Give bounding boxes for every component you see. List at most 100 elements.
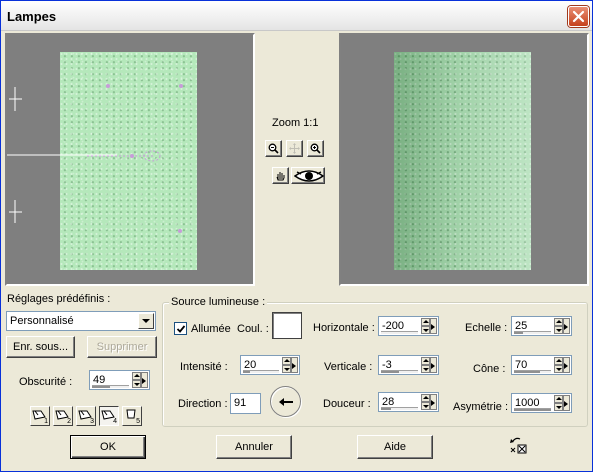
presets-select[interactable]: Personnalisé: [6, 311, 156, 331]
lamp-preset-2[interactable]: 2: [53, 406, 73, 426]
intensity-spinner[interactable]: [282, 357, 291, 373]
result-image: [394, 52, 531, 270]
horizontal-field[interactable]: -200: [378, 316, 439, 336]
direction-value: 91: [234, 397, 247, 409]
softness-field[interactable]: 28: [378, 392, 439, 412]
reset-button[interactable]: [508, 436, 530, 458]
softness-slider-arrow[interactable]: [430, 394, 437, 410]
horizontal-slider-track[interactable]: [381, 331, 418, 334]
asymmetry-slider-arrow[interactable]: [563, 395, 570, 411]
intensity-slider-track[interactable]: [243, 370, 279, 373]
lamp-preset-5[interactable]: 5: [122, 406, 142, 426]
darkness-slider-arrow[interactable]: [141, 372, 148, 388]
darkness-spin-up[interactable]: [132, 372, 141, 380]
zoom-in-button[interactable]: [307, 140, 324, 157]
arrow-left-icon: [279, 398, 293, 406]
softness-slider-track[interactable]: [381, 407, 418, 410]
asymmetry-spin-down[interactable]: [554, 403, 563, 411]
light-on-label: Allumée: [191, 323, 231, 335]
light-on-checkbox[interactable]: [174, 322, 187, 335]
delete-button[interactable]: Supprimer: [87, 336, 157, 358]
ok-button[interactable]: OK: [70, 435, 146, 459]
window-title: Lampes: [7, 9, 57, 24]
zoom-fit-button[interactable]: [286, 140, 303, 157]
cone-spinner[interactable]: [554, 357, 563, 373]
asymmetry-label: Asymétrie :: [453, 401, 509, 413]
presets-label: Réglages prédéfinis :: [7, 293, 111, 305]
chevron-down-icon[interactable]: [138, 313, 154, 329]
lampes-dialog: Lampes Zoom 1:1 Réglages prédéfinis: Pe…: [0, 0, 593, 472]
horizontal-spin-up[interactable]: [421, 318, 430, 326]
asymmetry-slider-fill: [514, 409, 551, 411]
lamp-preset-3[interactable]: 3: [76, 406, 96, 426]
softness-spin-down[interactable]: [421, 402, 430, 410]
cone-spin-up[interactable]: [554, 357, 563, 365]
color-label: Coul. :: [237, 323, 269, 335]
light-guide-overlay[interactable]: [7, 35, 253, 284]
pan-button[interactable]: [272, 167, 289, 184]
cone-label: Cône :: [473, 363, 506, 375]
lamp-preset-1[interactable]: 1: [30, 406, 50, 426]
lamp-preset-number: 1: [44, 418, 48, 425]
source-preview[interactable]: [5, 33, 255, 286]
reset-icon: [510, 437, 527, 454]
asymmetry-spin-up[interactable]: [554, 395, 563, 403]
intensity-field[interactable]: 20: [240, 355, 300, 375]
scale-spin-down[interactable]: [554, 326, 563, 334]
light-source-group-title: Source lumineuse :: [169, 296, 268, 308]
lamp-preset-4[interactable]: 4: [99, 406, 119, 426]
help-button[interactable]: Aide: [357, 435, 433, 459]
vertical-slider-arrow[interactable]: [430, 357, 437, 373]
darkness-spin-down[interactable]: [132, 380, 141, 388]
vertical-slider-fill: [381, 371, 400, 373]
title-bar: Lampes: [1, 1, 592, 31]
darkness-spinner[interactable]: [132, 372, 141, 388]
direction-dial[interactable]: [270, 386, 301, 417]
cone-slider-track[interactable]: [514, 370, 551, 373]
preview-toggle-button[interactable]: [291, 167, 325, 184]
scale-spinner[interactable]: [554, 318, 563, 334]
result-preview-canvas: [341, 35, 587, 284]
horizontal-spinner[interactable]: [421, 318, 430, 334]
softness-spinner[interactable]: [421, 394, 430, 410]
asymmetry-slider-track[interactable]: [514, 408, 551, 411]
vertical-field[interactable]: -3: [378, 355, 439, 375]
scale-spin-up[interactable]: [554, 318, 563, 326]
asymmetry-field[interactable]: 1000: [511, 393, 572, 413]
horizontal-slider-arrow[interactable]: [430, 318, 437, 334]
zoom-out-button[interactable]: [265, 140, 282, 157]
intensity-slider-arrow[interactable]: [291, 357, 298, 373]
lamp-preset-number: 2: [67, 418, 71, 425]
direction-field[interactable]: 91: [230, 393, 261, 414]
horizontal-spin-down[interactable]: [421, 326, 430, 334]
scale-label: Echelle :: [465, 322, 508, 334]
scale-field[interactable]: 25: [511, 316, 572, 336]
save-as-button[interactable]: Enr. sous...: [6, 336, 75, 358]
result-preview: [339, 33, 589, 286]
cancel-button[interactable]: Annuler: [216, 435, 292, 459]
intensity-label: Intensité :: [180, 361, 228, 373]
vertical-spinner[interactable]: [421, 357, 430, 373]
vertical-slider-track[interactable]: [381, 370, 418, 373]
lamp-preset-number: 5: [136, 418, 140, 425]
vertical-spin-up[interactable]: [421, 357, 430, 365]
direction-label: Direction :: [178, 398, 228, 410]
scale-slider-arrow[interactable]: [563, 318, 570, 334]
darkness-slider-fill: [92, 386, 111, 388]
light-color-swatch[interactable]: [272, 312, 302, 339]
preview-controls: Zoom 1:1: [255, 34, 339, 286]
cone-slider-arrow[interactable]: [563, 357, 570, 373]
cone-field[interactable]: 70: [511, 355, 572, 375]
darkness-field[interactable]: 49: [89, 370, 150, 390]
cone-spin-down[interactable]: [554, 365, 563, 373]
intensity-spin-down[interactable]: [282, 365, 291, 373]
asymmetry-spinner[interactable]: [554, 395, 563, 411]
vertical-spin-down[interactable]: [421, 365, 430, 373]
scale-slider-fill: [514, 332, 524, 334]
close-button[interactable]: [568, 6, 589, 27]
lamp-preset-number: 3: [90, 418, 94, 425]
intensity-spin-up[interactable]: [282, 357, 291, 365]
darkness-slider-track[interactable]: [92, 385, 129, 388]
softness-spin-up[interactable]: [421, 394, 430, 402]
scale-slider-track[interactable]: [514, 331, 551, 334]
